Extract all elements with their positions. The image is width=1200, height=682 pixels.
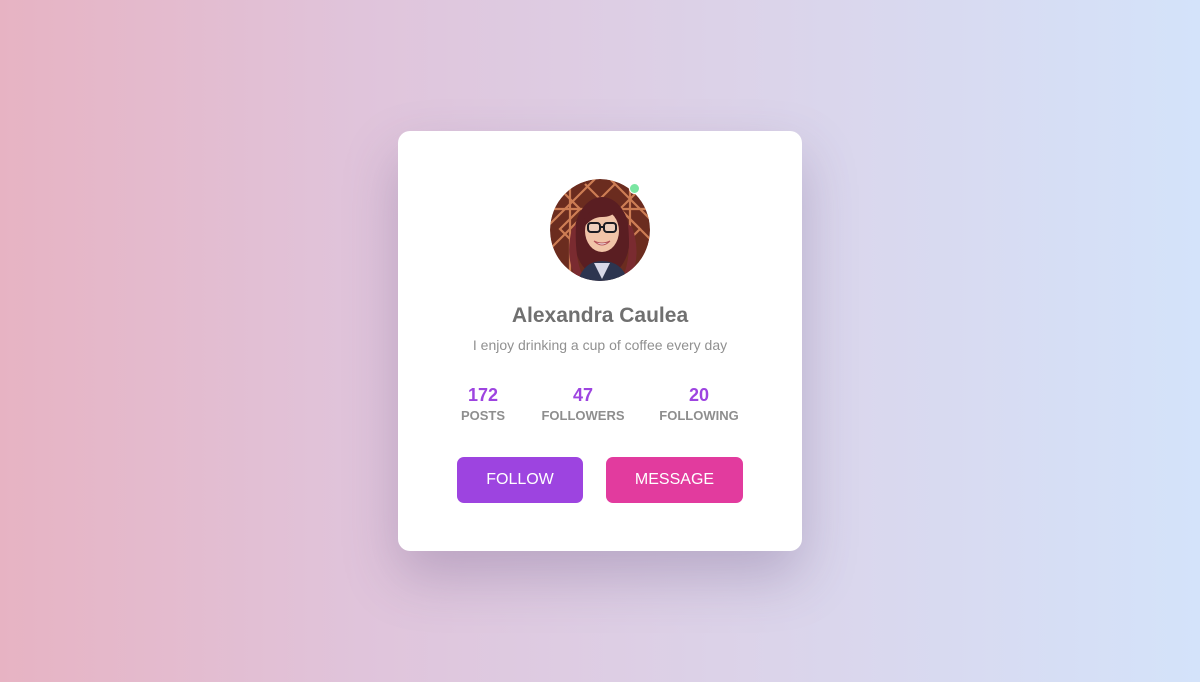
follow-button[interactable]: FOLLOW [457,457,583,503]
stat-followers-label: FOLLOWERS [541,408,625,423]
avatar-container [550,179,650,281]
stat-posts-label: POSTS [460,408,506,423]
stat-posts[interactable]: 172 POSTS [443,385,523,425]
stat-followers[interactable]: 47 FOLLOWERS [537,385,629,425]
profile-bio: I enjoy drinking a cup of coffee every d… [472,337,728,353]
stat-following-value: 20 [688,385,710,405]
online-status-indicator [629,183,640,194]
avatar[interactable] [550,179,650,281]
stat-followers-value: 47 [572,385,594,405]
message-button[interactable]: MESSAGE [606,457,743,503]
stat-following-label: FOLLOWING [659,408,739,423]
profile-name: Alexandra Caulea [511,304,689,327]
profile-stats: 172 POSTS 47 FOLLOWERS 20 FOLLOWING [398,385,802,425]
stat-posts-value: 172 [467,385,499,405]
stat-following[interactable]: 20 FOLLOWING [654,385,744,425]
profile-card: Alexandra Caulea I enjoy drinking a cup … [398,131,802,551]
